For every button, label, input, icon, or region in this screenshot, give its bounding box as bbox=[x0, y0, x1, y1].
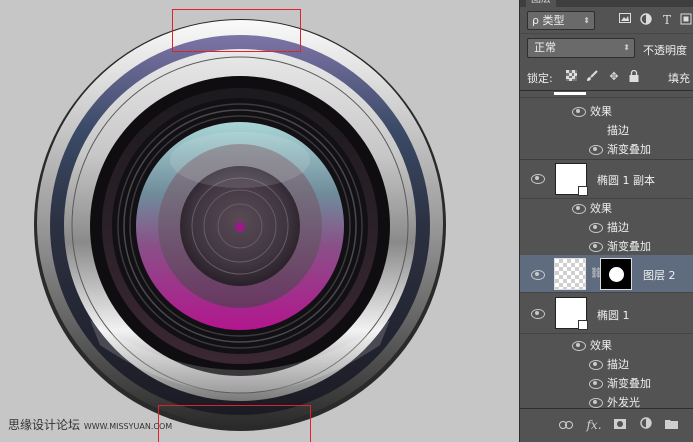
lock-row: 锁定: ✥ 填充 bbox=[520, 63, 693, 91]
lock-move-icon[interactable]: ✥ bbox=[608, 70, 620, 83]
filter-row: ρ 类型 ⬍ T bbox=[520, 8, 693, 34]
watermark-url: WWW.MISSYUAN.COM bbox=[83, 422, 173, 431]
lock-label: 锁定: bbox=[527, 72, 553, 85]
eye-icon[interactable] bbox=[571, 340, 586, 351]
panel-tab-bar: 图层 bbox=[520, 0, 693, 7]
add-mask-icon[interactable] bbox=[612, 417, 628, 433]
document-canvas[interactable]: 思缘设计论坛 WWW.MISSYUAN.COM bbox=[0, 0, 519, 442]
link-icon[interactable] bbox=[558, 417, 574, 433]
effect-outer-glow-label[interactable]: 外发光 bbox=[607, 394, 640, 408]
opacity-label: 不透明度 bbox=[643, 44, 687, 57]
eye-icon[interactable] bbox=[588, 359, 603, 370]
lock-transparent-icon[interactable] bbox=[565, 70, 577, 83]
effect-stroke-label[interactable]: 描边 bbox=[607, 356, 629, 372]
effects-label: 效果 bbox=[590, 202, 612, 215]
adjustment-filter-icon[interactable] bbox=[639, 13, 653, 27]
layer-filter-select[interactable]: ρ 类型 ⬍ bbox=[527, 11, 595, 30]
tab-layers[interactable]: 图层 bbox=[526, 0, 556, 7]
shape-badge-icon bbox=[578, 186, 588, 196]
eye-icon[interactable] bbox=[588, 397, 603, 408]
layer-thumbnail bbox=[554, 92, 586, 95]
effects-label: 效果 bbox=[590, 105, 612, 118]
eye-icon[interactable] bbox=[588, 222, 603, 233]
shape-badge-icon bbox=[578, 320, 588, 330]
image-filter-icon[interactable] bbox=[618, 13, 632, 27]
eye-icon[interactable] bbox=[530, 173, 545, 184]
layer-thumbnail bbox=[555, 163, 588, 196]
type-filter-icon[interactable]: T bbox=[660, 13, 674, 27]
panel-footer: fx. bbox=[520, 408, 693, 442]
camera-lens-artwork bbox=[34, 19, 446, 431]
eye-icon[interactable] bbox=[571, 106, 586, 117]
fx-icon[interactable]: fx. bbox=[584, 417, 604, 433]
blend-mode-value: 正常 bbox=[534, 41, 556, 54]
folder-icon[interactable] bbox=[663, 417, 679, 433]
lock-all-icon[interactable] bbox=[628, 69, 640, 83]
stepper-icon: ⬍ bbox=[623, 43, 630, 52]
eye-icon[interactable] bbox=[588, 378, 603, 389]
layer-row-partial[interactable] bbox=[520, 92, 693, 98]
fill-label: 填充 bbox=[668, 72, 690, 85]
layer-name[interactable]: 椭圆 1 副本 bbox=[597, 172, 655, 188]
eye-icon[interactable] bbox=[571, 203, 586, 214]
effect-gradient-label[interactable]: 渐变叠加 bbox=[607, 375, 651, 391]
selection-rect-bottom bbox=[158, 405, 311, 442]
layer-list: 效果 描边 渐变叠加 椭圆 1 副本 效果 描边 渐变叠加 ⛓ 图层 2 椭圆 … bbox=[520, 92, 693, 408]
eye-icon[interactable] bbox=[530, 269, 545, 280]
effect-stroke-label[interactable]: 描边 bbox=[607, 219, 629, 235]
watermark-text: 思缘设计论坛 bbox=[8, 418, 81, 432]
layer-mask-thumbnail[interactable] bbox=[600, 258, 632, 290]
layer-thumbnail bbox=[555, 297, 588, 330]
blend-mode-select[interactable]: 正常 ⬍ bbox=[527, 38, 635, 58]
eye-icon[interactable] bbox=[588, 241, 603, 252]
shape-filter-icon[interactable] bbox=[679, 13, 693, 27]
filter-label: ρ 类型 bbox=[532, 14, 565, 27]
effects-label: 效果 bbox=[590, 339, 612, 352]
layer-row-ellipse-1[interactable]: 椭圆 1 bbox=[520, 294, 693, 334]
layer-thumbnail bbox=[554, 258, 586, 290]
eye-icon[interactable] bbox=[530, 308, 545, 319]
layer-row-layer-2[interactable]: ⛓ 图层 2 bbox=[520, 255, 693, 293]
blend-row: 正常 ⬍ 不透明度 bbox=[520, 35, 693, 62]
effect-gradient-label[interactable]: 渐变叠加 bbox=[607, 141, 651, 157]
eye-icon[interactable] bbox=[588, 144, 603, 155]
lock-paint-icon[interactable] bbox=[586, 70, 598, 83]
layer-name[interactable]: 图层 2 bbox=[643, 267, 676, 283]
layer-row-ellipse-1-copy[interactable]: 椭圆 1 副本 bbox=[520, 160, 693, 199]
layer-name[interactable]: 椭圆 1 bbox=[597, 307, 630, 323]
effect-gradient-label[interactable]: 渐变叠加 bbox=[607, 238, 651, 254]
selection-rect-top bbox=[172, 9, 301, 52]
adjustment-layer-icon[interactable] bbox=[638, 417, 654, 433]
stepper-icon: ⬍ bbox=[583, 16, 590, 25]
effect-stroke-label[interactable]: 描边 bbox=[607, 122, 629, 138]
watermark: 思缘设计论坛 WWW.MISSYUAN.COM bbox=[8, 416, 172, 433]
layers-panel: 图层 ρ 类型 ⬍ T 正常 ⬍ 不透明度 bbox=[519, 0, 693, 442]
